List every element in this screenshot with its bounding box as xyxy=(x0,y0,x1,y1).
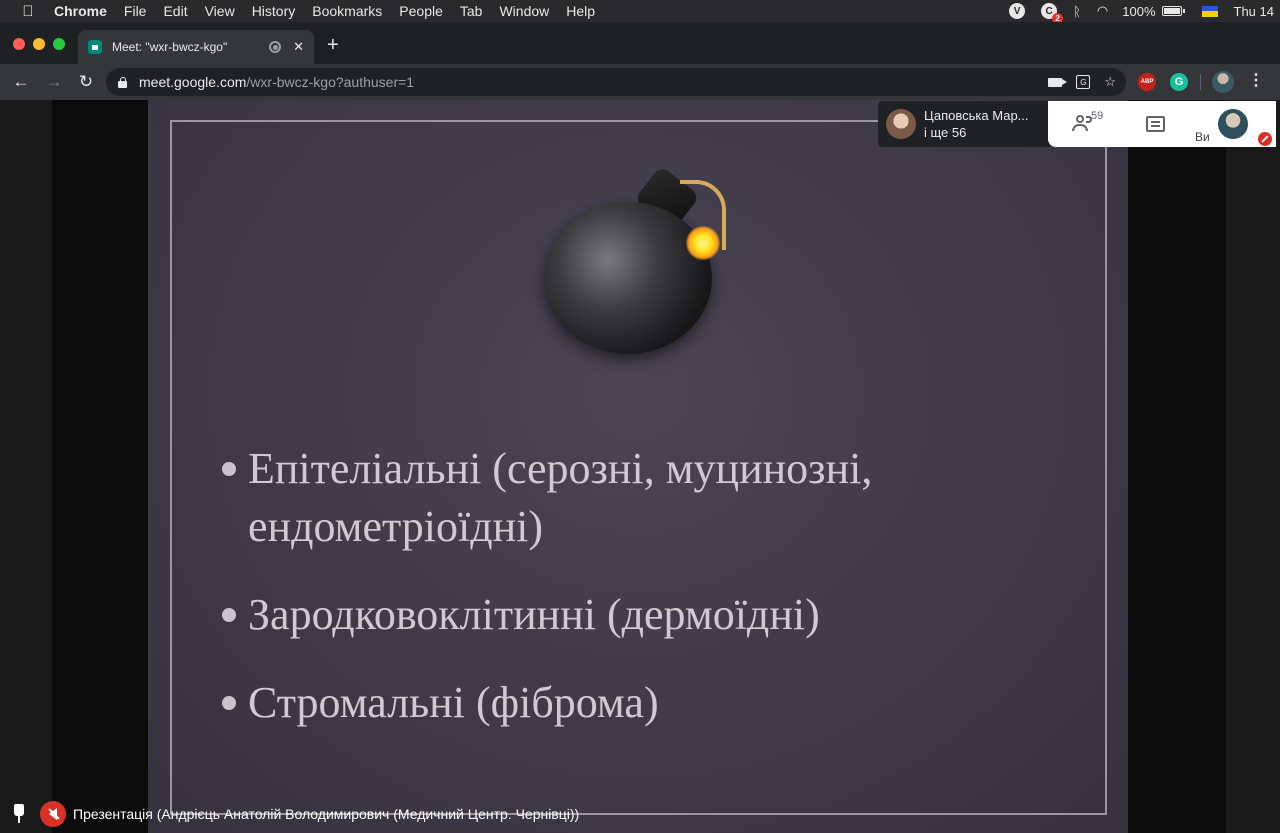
profile-avatar[interactable] xyxy=(1212,71,1234,93)
menu-help[interactable]: Help xyxy=(566,3,595,19)
adblock-extension-icon[interactable]: ABP xyxy=(1138,73,1156,91)
window-minimize-button[interactable] xyxy=(33,38,45,50)
menu-edit[interactable]: Edit xyxy=(163,3,187,19)
chat-icon[interactable] xyxy=(1146,116,1165,132)
speaker-muted-icon[interactable] xyxy=(40,801,66,827)
new-tab-button[interactable]: + xyxy=(327,35,339,55)
url-path: /wxr-bwcz-kgo?authuser=1 xyxy=(246,74,415,90)
participant-name: Цаповська Мар... xyxy=(924,108,1029,123)
menu-chrome[interactable]: Chrome xyxy=(54,3,107,19)
menu-history[interactable]: History xyxy=(252,3,296,19)
tab-close-button[interactable]: ✕ xyxy=(293,39,304,55)
menubar-status-area: V C2 ᚱ ◠ 100% Thu 14 xyxy=(1001,0,1280,24)
input-source-flag-icon[interactable] xyxy=(1201,5,1218,17)
stage-left-letterbox xyxy=(0,100,52,833)
pin-icon[interactable] xyxy=(13,804,25,824)
menu-people[interactable]: People xyxy=(399,3,443,19)
viber-icon[interactable]: V xyxy=(1009,3,1026,19)
camera-in-use-icon[interactable] xyxy=(1048,77,1068,87)
mic-muted-icon xyxy=(1258,132,1272,146)
meet-stage: Епітеліальні (серозні, муцинозні, ендоме… xyxy=(0,100,1280,833)
menu-window[interactable]: Window xyxy=(499,3,549,19)
menu-view[interactable]: View xyxy=(205,3,235,19)
window-close-button[interactable] xyxy=(13,38,25,50)
participants-count: 59 xyxy=(1091,110,1104,122)
back-button[interactable]: ← xyxy=(8,69,34,95)
bullet-dot-icon xyxy=(222,608,236,622)
slide-bullet: Зародковоклітинні (дермоїдні) xyxy=(220,586,1040,644)
translate-icon[interactable]: G xyxy=(1076,75,1091,89)
self-avatar[interactable] xyxy=(1218,109,1248,139)
stage-right-letterbox xyxy=(1226,100,1280,833)
presentation-slide: Епітеліальні (серозні, муцинозні, ендоме… xyxy=(148,100,1128,833)
chrome-tabstrip: Meet: "wxr-bwcz-kgo" ✕ + xyxy=(0,22,1280,64)
slide-bullet-list: Епітеліальні (серозні, муцинозні, ендоме… xyxy=(220,440,1040,762)
participant-tile[interactable]: Цаповська Мар... і ще 56 xyxy=(878,101,1050,147)
bullet-dot-icon xyxy=(222,696,236,710)
lock-icon[interactable] xyxy=(118,76,127,88)
meet-top-controls: 59 Ви xyxy=(1048,101,1276,147)
recording-indicator-icon xyxy=(269,41,282,53)
menu-file[interactable]: File xyxy=(124,3,147,19)
toolbar-divider xyxy=(1200,74,1201,90)
participant-more: і ще 56 xyxy=(924,125,967,140)
slide-bullet-text: Епітеліальні (серозні, муцинозні, ендоме… xyxy=(248,444,873,551)
chrome-menu-icon[interactable]: ⋮ xyxy=(1248,70,1264,90)
macos-menubar:  Chrome File Edit View History Bookmark… xyxy=(0,0,1280,24)
bomb-icon xyxy=(536,162,736,362)
omnibox-actions: G ☆ xyxy=(1048,68,1116,96)
bookmark-star-icon[interactable]: ☆ xyxy=(1104,74,1116,90)
apple-icon[interactable]:  xyxy=(20,3,36,20)
tab-title: Meet: "wxr-bwcz-kgo" xyxy=(112,40,228,54)
grammarly-extension-icon[interactable]: G xyxy=(1170,73,1188,91)
menubar-clock[interactable]: Thu 14 xyxy=(1234,4,1274,19)
meet-favicon-icon xyxy=(88,40,102,54)
chrome-toolbar: ← → ↻ meet.google.com/wxr-bwcz-kgo?authu… xyxy=(0,64,1280,100)
battery-percent: 100% xyxy=(1122,3,1156,19)
participant-avatar xyxy=(886,109,916,139)
bullet-dot-icon xyxy=(222,462,236,476)
url-host: meet.google.com xyxy=(139,74,247,90)
tab-meet[interactable]: Meet: "wxr-bwcz-kgo" ✕ xyxy=(78,30,314,64)
bluetooth-icon[interactable]: ᚱ xyxy=(1073,4,1081,19)
self-label: Ви xyxy=(1195,130,1210,144)
address-bar[interactable]: meet.google.com/wxr-bwcz-kgo?authuser=1 … xyxy=(106,68,1126,96)
presentation-caption: Презентація (Андрієць Анатолій Володимир… xyxy=(73,806,580,822)
menu-bookmarks[interactable]: Bookmarks xyxy=(312,3,382,19)
slide-bullet: Стромальні (фіброма) xyxy=(220,674,1040,732)
reload-button[interactable]: ↻ xyxy=(73,69,99,95)
battery-icon[interactable] xyxy=(1161,6,1185,16)
presentation-footer: Презентація (Андрієць Анатолій Володимир… xyxy=(0,800,640,830)
wifi-icon[interactable]: ◠ xyxy=(1097,3,1108,19)
slide-bullet-text: Стромальні (фіброма) xyxy=(248,678,659,727)
window-zoom-button[interactable] xyxy=(53,38,65,50)
forward-button[interactable]: → xyxy=(41,69,67,95)
notification-app-icon[interactable]: C2 xyxy=(1041,3,1064,24)
slide-bullet: Епітеліальні (серозні, муцинозні, ендоме… xyxy=(220,440,1040,556)
slide-bullet-text: Зародковоклітинні (дермоїдні) xyxy=(248,590,820,639)
menu-tab[interactable]: Tab xyxy=(460,3,483,19)
